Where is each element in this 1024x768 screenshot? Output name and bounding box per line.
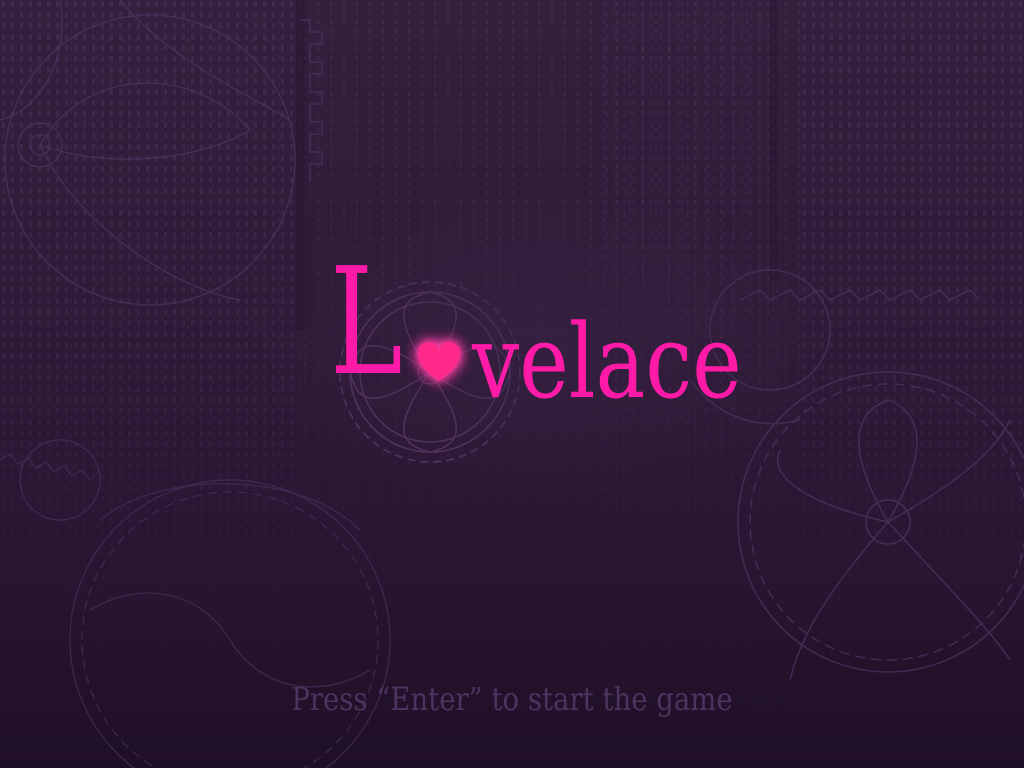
title-screen[interactable]: L velace Press “Enter” to start the game xyxy=(0,0,1024,768)
game-title-logo: L velace xyxy=(330,248,790,418)
start-prompt: Press “Enter” to start the game xyxy=(291,680,733,718)
heart-icon xyxy=(418,342,460,381)
title-letter-l: L xyxy=(330,236,403,408)
title-remaining-letters: velace xyxy=(472,303,742,422)
